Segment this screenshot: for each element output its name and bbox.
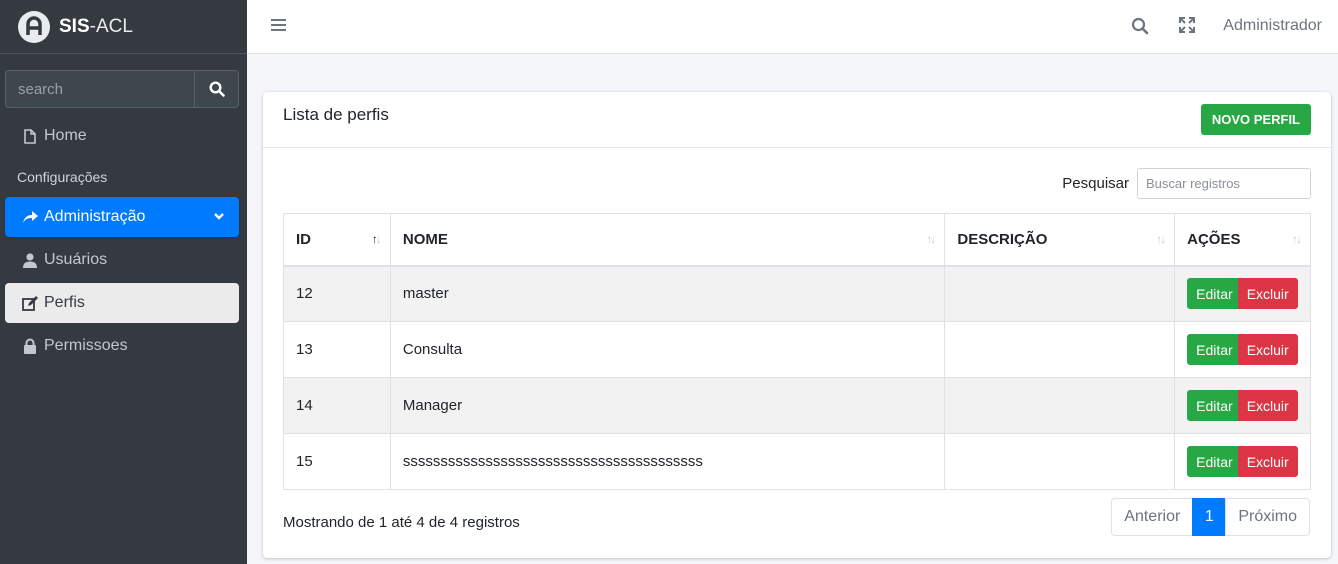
profiles-table: ID ↑↓ NOME ↑↓ DESCRIÇÃO ↑↓ AÇÕES ↑↓ 12 maste… [283, 213, 1311, 490]
new-profile-button[interactable]: NOVO PERFIL [1200, 104, 1311, 135]
edit-button[interactable]: Editar [1187, 278, 1242, 310]
sort-icon: ↑↓ [1156, 232, 1166, 246]
sidebar-item-label: Usuários [44, 251, 108, 268]
edit-button[interactable]: Editar [1187, 446, 1242, 477]
table-header-row: ID ↑↓ NOME ↑↓ DESCRIÇÃO ↑↓ AÇÕES ↑↓ [283, 213, 1311, 267]
search-icon[interactable] [1131, 17, 1149, 40]
cell-actions: Editar Excluir [1174, 321, 1311, 378]
sidebar-item-label: Home [44, 127, 87, 144]
cell-id: 14 [283, 377, 391, 434]
page-button-1[interactable]: 1 [1192, 498, 1227, 536]
profiles-card: Lista de perfis NOVO PERFIL Pesquisar ID… [263, 92, 1331, 558]
sidebar-section-header: Configurações [17, 169, 108, 185]
cell-id: 12 [283, 265, 391, 322]
sidebar-search-input[interactable] [5, 70, 194, 108]
expand-icon[interactable] [1179, 17, 1195, 38]
share-icon [22, 210, 38, 224]
sidebar-search-button[interactable] [194, 70, 239, 108]
lock-icon [22, 338, 38, 354]
sort-icon: ↑↓ [926, 232, 936, 246]
previous-page-button[interactable]: Anterior [1111, 498, 1194, 536]
table-row: 13 Consulta Editar Excluir [283, 321, 1311, 378]
user-icon [22, 252, 38, 268]
sidebar: SIS-ACL Home Configurações Administração… [0, 0, 247, 564]
pagination: Anterior 1 Próximo [1111, 498, 1310, 536]
edit-button[interactable]: Editar [1187, 334, 1242, 365]
sidebar-item-perfis[interactable]: Perfis [5, 283, 239, 323]
chevron-down-icon [213, 209, 225, 227]
sidebar-item-usuarios[interactable]: Usuários [5, 240, 239, 280]
cell-description [944, 377, 1176, 434]
edit-icon [22, 295, 38, 311]
sidebar-item-label: Perfis [44, 294, 85, 311]
table-row: 14 Manager Editar Excluir [283, 377, 1311, 434]
cell-description [944, 265, 1176, 322]
brand-logo-icon [18, 10, 50, 43]
cell-name: ssssssssssssssssssssssssssssssssssssssss [389, 433, 946, 490]
delete-button[interactable]: Excluir [1237, 334, 1298, 365]
table-filter: Pesquisar [263, 168, 1311, 199]
top-navbar: Administrador [247, 0, 1338, 54]
sidebar-item-label: Permissoes [44, 337, 128, 354]
sidebar-search [5, 70, 239, 108]
sidebar-item-administracao[interactable]: Administração [5, 197, 239, 237]
column-header-descricao[interactable]: DESCRIÇÃO ↑↓ [944, 213, 1176, 267]
edit-button[interactable]: Editar [1187, 390, 1242, 421]
card-header: Lista de perfis NOVO PERFIL [263, 92, 1331, 148]
sidebar-item-home[interactable]: Home [5, 116, 239, 156]
file-icon [22, 128, 38, 144]
cell-description [944, 433, 1176, 490]
delete-button[interactable]: Excluir [1237, 278, 1298, 310]
user-menu[interactable]: Administrador [1223, 17, 1322, 35]
brand-name: SIS-ACL [59, 15, 133, 37]
table-row: 12 master Editar Excluir [283, 265, 1311, 322]
column-header-id[interactable]: ID ↑↓ [283, 213, 391, 267]
cell-name: Consulta [389, 321, 946, 378]
sidebar-item-permissoes[interactable]: Permissoes [5, 326, 239, 366]
card-title: Lista de perfis [283, 105, 389, 124]
cell-actions: Editar Excluir [1174, 265, 1311, 322]
delete-button[interactable]: Excluir [1237, 446, 1298, 477]
search-label: Pesquisar [1062, 175, 1129, 192]
cell-actions: Editar Excluir [1174, 377, 1311, 434]
cell-actions: Editar Excluir [1174, 433, 1311, 490]
next-page-button[interactable]: Próximo [1225, 498, 1310, 536]
column-header-nome[interactable]: NOME ↑↓ [389, 213, 946, 267]
cell-id: 15 [283, 433, 391, 490]
sort-icon: ↑↓ [1292, 232, 1302, 246]
sidebar-item-label: Administração [44, 208, 146, 225]
search-icon [208, 81, 225, 97]
brand[interactable]: SIS-ACL [0, 0, 247, 54]
column-header-acoes[interactable]: AÇÕES ↑↓ [1174, 213, 1311, 267]
cell-description [944, 321, 1176, 378]
table-info: Mostrando de 1 até 4 de 4 registros [283, 514, 520, 531]
delete-button[interactable]: Excluir [1237, 390, 1298, 421]
cell-id: 13 [283, 321, 391, 378]
search-input[interactable] [1137, 168, 1311, 199]
bars-icon[interactable] [271, 18, 287, 37]
cell-name: master [389, 265, 946, 322]
sort-icon: ↑↓ [371, 232, 382, 246]
cell-name: Manager [389, 377, 946, 434]
table-row: 15 sssssssssssssssssssssssssssssssssssss… [283, 433, 1311, 490]
